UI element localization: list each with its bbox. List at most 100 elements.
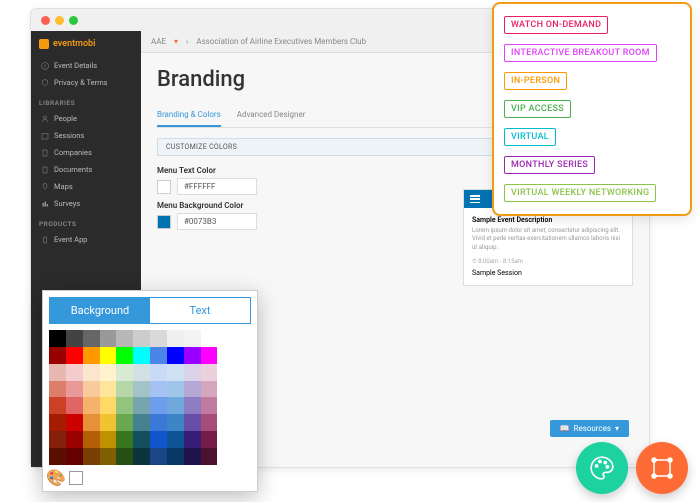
color-cell[interactable]: [201, 414, 218, 431]
color-cell[interactable]: [217, 364, 234, 381]
color-cell[interactable]: [184, 347, 201, 364]
color-cell[interactable]: [66, 330, 83, 347]
color-cell[interactable]: [116, 381, 133, 398]
color-cell[interactable]: [234, 364, 251, 381]
sidebar-item-event-details[interactable]: i Event Details: [31, 57, 141, 74]
sidebar-item-documents[interactable]: Documents: [31, 161, 141, 178]
tab-advanced-designer[interactable]: Advanced Designer: [237, 106, 306, 127]
tag[interactable]: VIRTUAL: [504, 128, 556, 146]
color-cell[interactable]: [217, 347, 234, 364]
color-cell[interactable]: [201, 431, 218, 448]
tag[interactable]: IN-PERSON: [504, 72, 567, 90]
color-cell[interactable]: [83, 347, 100, 364]
color-cell[interactable]: [201, 448, 218, 465]
color-cell[interactable]: [167, 330, 184, 347]
color-cell[interactable]: [49, 397, 66, 414]
sidebar-item-sessions[interactable]: Sessions: [31, 127, 141, 144]
color-cell[interactable]: [116, 414, 133, 431]
color-cell[interactable]: [167, 397, 184, 414]
color-cell[interactable]: [234, 431, 251, 448]
tag[interactable]: VIRTUAL WEEKLY NETWORKING: [504, 184, 656, 202]
tag[interactable]: VIP ACCESS: [504, 100, 571, 118]
color-cell[interactable]: [116, 347, 133, 364]
color-cell[interactable]: [49, 330, 66, 347]
color-cell[interactable]: [217, 448, 234, 465]
color-cell[interactable]: [150, 347, 167, 364]
color-cell[interactable]: [133, 347, 150, 364]
hex-input-menu-text[interactable]: #FFFFFF: [177, 178, 257, 195]
color-cell[interactable]: [100, 347, 117, 364]
color-cell[interactable]: [201, 347, 218, 364]
color-cell[interactable]: [167, 347, 184, 364]
crumb-space[interactable]: AAE: [151, 37, 166, 46]
color-cell[interactable]: [66, 364, 83, 381]
color-cell[interactable]: [116, 397, 133, 414]
color-cell[interactable]: [184, 330, 201, 347]
color-cell[interactable]: [116, 431, 133, 448]
color-cell[interactable]: [167, 431, 184, 448]
color-cell[interactable]: [83, 330, 100, 347]
menu-icon[interactable]: [470, 195, 480, 203]
sidebar-item-privacy[interactable]: Privacy & Terms: [31, 74, 141, 91]
color-cell[interactable]: [116, 364, 133, 381]
color-cell[interactable]: [83, 397, 100, 414]
crumb-org[interactable]: Association of Airline Executives Member…: [196, 37, 366, 46]
color-cell[interactable]: [184, 431, 201, 448]
color-cell[interactable]: [100, 364, 117, 381]
color-cell[interactable]: [116, 448, 133, 465]
color-cell[interactable]: [83, 364, 100, 381]
brand-logo[interactable]: eventmobi: [31, 37, 141, 57]
color-cell[interactable]: [133, 431, 150, 448]
fab-transform[interactable]: [636, 442, 688, 494]
maximize-icon[interactable]: [69, 16, 78, 25]
color-cell[interactable]: [100, 448, 117, 465]
color-cell[interactable]: [83, 381, 100, 398]
resources-button[interactable]: 📖 Resources ▾: [550, 420, 629, 437]
sidebar-item-event-app[interactable]: Event App: [31, 231, 141, 248]
color-cell[interactable]: [49, 381, 66, 398]
tab-branding-colors[interactable]: Branding & Colors: [157, 106, 221, 127]
color-cell[interactable]: [83, 414, 100, 431]
color-cell[interactable]: [83, 448, 100, 465]
color-cell[interactable]: [234, 381, 251, 398]
close-icon[interactable]: [41, 16, 50, 25]
color-cell[interactable]: [83, 431, 100, 448]
tag[interactable]: WATCH ON-DEMAND: [504, 16, 608, 34]
palette-icon[interactable]: 🎨: [49, 471, 63, 485]
sidebar-item-people[interactable]: People: [31, 110, 141, 127]
color-cell[interactable]: [184, 364, 201, 381]
color-cell[interactable]: [167, 381, 184, 398]
color-cell[interactable]: [66, 448, 83, 465]
fab-palette[interactable]: [576, 442, 628, 494]
color-cell[interactable]: [133, 381, 150, 398]
sidebar-item-maps[interactable]: Maps: [31, 178, 141, 195]
swatch-menu-text[interactable]: [157, 180, 171, 194]
color-cell[interactable]: [133, 448, 150, 465]
sidebar-item-surveys[interactable]: Surveys: [31, 195, 141, 212]
color-cell[interactable]: [201, 397, 218, 414]
color-cell[interactable]: [150, 397, 167, 414]
color-cell[interactable]: [234, 448, 251, 465]
sidebar-item-companies[interactable]: Companies: [31, 144, 141, 161]
minimize-icon[interactable]: [55, 16, 64, 25]
color-cell[interactable]: [217, 397, 234, 414]
color-cell[interactable]: [49, 448, 66, 465]
color-cell[interactable]: [150, 414, 167, 431]
color-cell[interactable]: [133, 364, 150, 381]
color-cell[interactable]: [150, 448, 167, 465]
tag[interactable]: MONTHLY SERIES: [504, 156, 595, 174]
color-cell[interactable]: [66, 397, 83, 414]
color-cell[interactable]: [116, 330, 133, 347]
color-cell[interactable]: [49, 431, 66, 448]
color-cell[interactable]: [201, 364, 218, 381]
color-cell[interactable]: [167, 414, 184, 431]
color-cell[interactable]: [217, 431, 234, 448]
color-cell[interactable]: [66, 347, 83, 364]
color-cell[interactable]: [133, 330, 150, 347]
color-cell[interactable]: [66, 381, 83, 398]
color-cell[interactable]: [234, 347, 251, 364]
hex-input-menu-bg[interactable]: #0073B3: [177, 213, 257, 230]
color-cell[interactable]: [150, 330, 167, 347]
color-cell[interactable]: [217, 330, 234, 347]
color-cell[interactable]: [234, 330, 251, 347]
